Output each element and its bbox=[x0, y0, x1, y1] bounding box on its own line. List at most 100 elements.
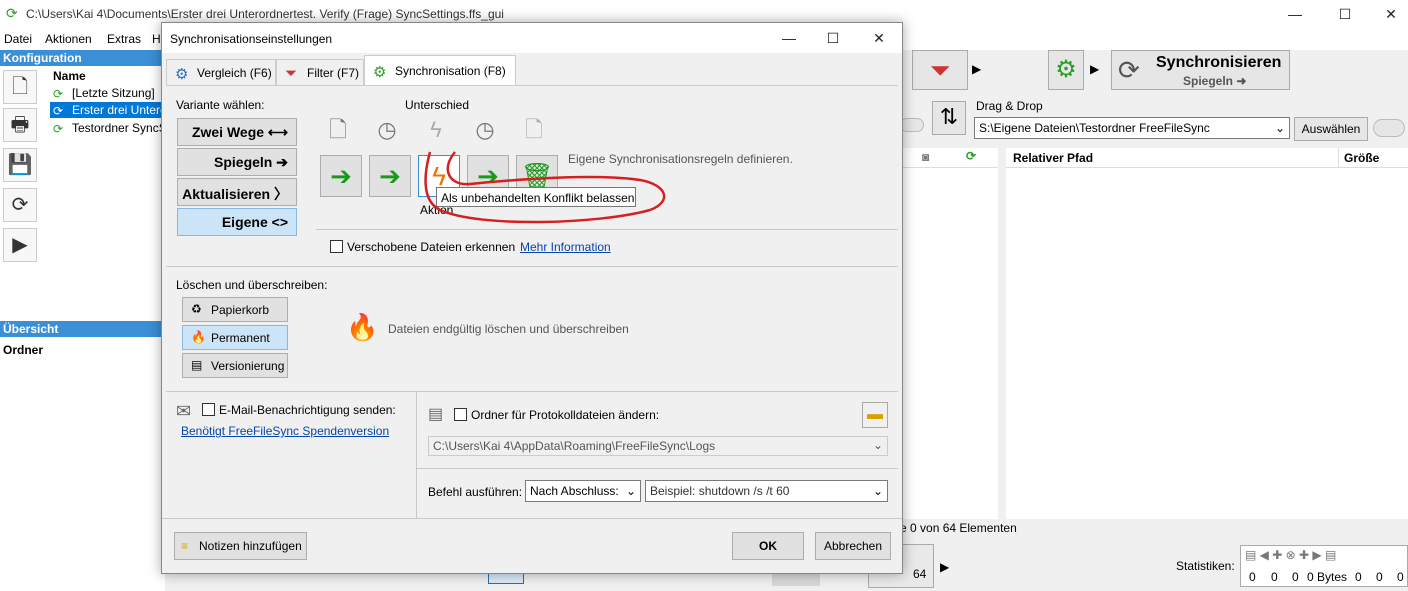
stat-delete-left: 0 bbox=[1292, 570, 1299, 584]
red-annotation-circle bbox=[424, 151, 666, 224]
batch-terminal-icon: ▶ bbox=[12, 234, 28, 256]
config-name-column-header: Name bbox=[53, 69, 86, 83]
middle-column: ◙ ⟳ bbox=[900, 148, 998, 519]
freefilesync-app-icon: ⟳ bbox=[6, 5, 18, 21]
permanent-description: Dateien endgültig löschen und überschrei… bbox=[388, 322, 629, 336]
maximize-icon[interactable]: ☐ bbox=[1330, 4, 1360, 24]
chevron-down-icon: ⌄ bbox=[625, 484, 636, 498]
menu-datei[interactable]: Datei bbox=[4, 32, 32, 46]
dialog-minimize-icon[interactable]: — bbox=[774, 28, 804, 48]
gear-green-icon: ⚙ bbox=[1055, 56, 1077, 83]
right-grid-header: Relativer Pfad Größe bbox=[1006, 148, 1408, 168]
menu-aktionen[interactable]: Aktionen bbox=[45, 32, 92, 46]
checkbox-box[interactable] bbox=[202, 403, 215, 416]
filter-icon: ⏷ bbox=[285, 65, 298, 82]
chevron-down-icon: ⌄ bbox=[872, 484, 883, 498]
right-file-grid: Relativer Pfad Größe bbox=[1006, 148, 1408, 519]
stat-create-left: 0 bbox=[1249, 570, 1256, 584]
synchronize-button[interactable]: ⟳ Synchronisieren Spiegeln ➜ bbox=[1111, 50, 1290, 90]
variant-mirror-button[interactable]: Spiegeln ➔ bbox=[177, 148, 297, 176]
action-left-newer-button[interactable]: ➔ bbox=[369, 155, 411, 197]
detect-moved-checkbox[interactable]: Verschobene Dateien erkennen bbox=[330, 240, 515, 254]
status-element-count: e 0 von 64 Elementen bbox=[900, 521, 1017, 535]
command-when-select[interactable]: Nach Abschluss: ⌄ bbox=[525, 480, 641, 502]
save-icon: 💾 bbox=[7, 154, 33, 176]
sync-settings-toolbar-button[interactable]: ⚙ bbox=[1048, 50, 1084, 90]
sync-settings-dialog: Synchronisationseinstellungen — ☐ ✕ ⚙ Ver… bbox=[161, 22, 903, 574]
save-batch-icon: ⟳ bbox=[11, 194, 29, 216]
sync-dropdown-arrow[interactable]: ▶ bbox=[1090, 62, 1099, 76]
update-arrow-icon: 〉 bbox=[274, 186, 288, 202]
donation-version-link[interactable]: Benötigt FreeFileSync Spendenversion bbox=[181, 424, 389, 438]
config-panel-header: Konfiguration bbox=[0, 50, 165, 66]
tab-filter[interactable]: ⏷ Filter (F7) bbox=[276, 59, 364, 85]
config-item-last-session[interactable]: ⟳ [Letzte Sitzung] bbox=[50, 85, 155, 101]
chevron-down-icon: ⌄ bbox=[1274, 121, 1285, 135]
command-input[interactable]: Beispiel: shutdown /s /t 60 ⌄ bbox=[645, 480, 888, 502]
size-column-header[interactable]: Größe bbox=[1344, 151, 1379, 165]
new-config-button[interactable]: 🗋 bbox=[3, 70, 37, 104]
difference-label: Unterschied bbox=[405, 98, 470, 112]
log-folder-path-combo[interactable]: C:\Users\Kai 4\AppData\Roaming\FreeFileS… bbox=[428, 436, 888, 456]
delete-recycle-bin-button[interactable]: ♻ Papierkorb bbox=[182, 297, 288, 322]
flame-icon: 🔥 bbox=[346, 312, 379, 342]
minimize-icon[interactable]: — bbox=[1280, 4, 1310, 24]
variant-custom-button[interactable]: Eigene <> bbox=[177, 208, 297, 236]
more-info-link[interactable]: Mehr Information bbox=[520, 240, 611, 254]
dialog-title: Synchronisationseinstellungen bbox=[170, 32, 333, 46]
sync-icon: ⟳ bbox=[53, 104, 64, 118]
close-icon[interactable]: ✕ bbox=[1376, 4, 1406, 24]
action-left-only-button[interactable]: ➔ bbox=[320, 155, 362, 197]
browse-folder-button[interactable]: Auswählen bbox=[1294, 117, 1368, 141]
divider bbox=[416, 391, 417, 518]
divider bbox=[162, 518, 902, 519]
tab-comparison[interactable]: ⚙ Vergleich (F6) bbox=[166, 59, 276, 85]
right-folder-path-combo[interactable]: S:\Eigene Dateien\Testordner FreeFileSyn… bbox=[974, 117, 1290, 139]
swap-sides-button[interactable]: ⇅ bbox=[932, 101, 966, 135]
folder-icon: ▬ bbox=[867, 406, 883, 423]
cancel-button[interactable]: Abbrechen bbox=[815, 532, 891, 560]
delete-versioning-button[interactable]: ▤ Versionierung bbox=[182, 353, 288, 378]
save-batch-button[interactable]: ⟳ bbox=[3, 188, 37, 222]
dialog-close-icon[interactable]: ✕ bbox=[864, 28, 894, 48]
overview-panel-header: Übersicht bbox=[0, 321, 165, 337]
main-window-title: C:\Users\Kai 4\Documents\Erster drei Unt… bbox=[26, 7, 504, 21]
log-folder-checkbox[interactable]: Ordner für Protokolldateien ändern: bbox=[454, 408, 659, 422]
menu-hilfe[interactable]: H bbox=[152, 32, 161, 46]
log-folder-browse-button[interactable]: ▬ bbox=[862, 402, 888, 428]
synchronize-label: Synchronisieren bbox=[1156, 54, 1282, 71]
add-notes-button[interactable]: ≡ Notizen hinzufügen bbox=[174, 532, 307, 560]
config-item-testordner[interactable]: ⟳ Testordner SyncS bbox=[50, 120, 167, 136]
stat-bytes: 0 Bytes bbox=[1307, 570, 1348, 584]
variant-two-way-button[interactable]: Zwei Wege ⟷ bbox=[177, 118, 297, 146]
email-notification-checkbox[interactable]: E-Mail-Benachrichtigung senden: bbox=[202, 403, 396, 417]
config-item-erster-drei[interactable]: ⟳ Erster drei Unterc bbox=[50, 102, 166, 118]
checkbox-box[interactable] bbox=[330, 240, 343, 253]
middle-column-header: ◙ ⟳ bbox=[900, 148, 998, 168]
relative-path-column-header[interactable]: Relativer Pfad bbox=[1013, 151, 1093, 165]
menu-extras[interactable]: Extras bbox=[107, 32, 141, 46]
statistics-label: Statistiken: bbox=[1176, 559, 1235, 573]
cloud-icon[interactable] bbox=[1373, 119, 1405, 137]
two-way-arrow-icon: ⟷ bbox=[267, 124, 288, 140]
filter-toolbar-button[interactable]: ⏷ bbox=[912, 50, 968, 90]
ok-button[interactable]: OK bbox=[732, 532, 804, 560]
filter-dropdown-arrow[interactable]: ▶ bbox=[972, 62, 981, 76]
save-config-button[interactable]: 💾 bbox=[3, 148, 37, 182]
expand-arrow[interactable]: ▶ bbox=[940, 560, 949, 574]
flame-icon: 🔥 bbox=[191, 330, 206, 344]
save-as-batch-button[interactable]: ▶ bbox=[3, 228, 37, 262]
synchronize-variant-label: Spiegeln ➜ bbox=[1183, 74, 1247, 88]
sync-icon: ⟳ bbox=[966, 149, 977, 163]
stat-icons: ▤ ◀ ✚ ⊗ ✚ ▶ ▤ bbox=[1245, 548, 1337, 562]
swap-icon: ⇅ bbox=[939, 104, 959, 129]
log-file-icon: ▤ bbox=[428, 406, 444, 423]
open-config-button[interactable]: 🖶 bbox=[3, 108, 37, 142]
stat-delete-right: 0 bbox=[1397, 570, 1404, 584]
gear-green-icon: ⚙ bbox=[373, 64, 387, 81]
dialog-maximize-icon[interactable]: ☐ bbox=[818, 28, 848, 48]
variant-update-button[interactable]: Aktualisieren 〉 bbox=[177, 178, 297, 206]
delete-permanent-button[interactable]: 🔥 Permanent bbox=[182, 325, 288, 350]
tab-synchronization[interactable]: ⚙ Synchronisation (F8) bbox=[364, 55, 516, 86]
checkbox-box[interactable] bbox=[454, 408, 467, 421]
